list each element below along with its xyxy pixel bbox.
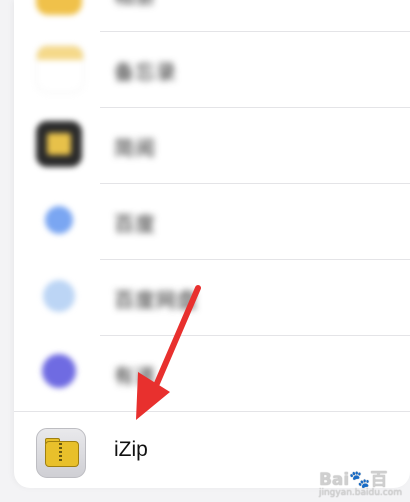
app-label: 相册 bbox=[114, 0, 156, 9]
reader-icon bbox=[36, 121, 82, 167]
baidu-icon bbox=[45, 206, 73, 234]
app-row-baidu[interactable]: 百度 bbox=[14, 184, 410, 260]
watermark-paw-icon: 🐾 bbox=[349, 470, 371, 490]
app-row-netdisk[interactable]: 百度网盘 bbox=[14, 260, 410, 336]
watermark-brand-end: 百 bbox=[370, 470, 388, 490]
app-row-top[interactable]: 相册 bbox=[14, 0, 410, 32]
share-app-list: 相册 备忘录 简阅 百度 百度网盘 有道 iZip bbox=[14, 0, 410, 488]
watermark-url: jingyan.baidu.com bbox=[318, 488, 402, 498]
app-row-youdao[interactable]: 有道 bbox=[14, 336, 410, 412]
app-row-notes[interactable]: 备忘录 bbox=[14, 32, 410, 108]
photos-icon bbox=[36, 0, 82, 15]
app-label: 有道 bbox=[114, 366, 156, 388]
app-row-reader[interactable]: 简阅 bbox=[14, 108, 410, 184]
baidu-watermark: Bai🐾百 jingyan.baidu.com bbox=[319, 465, 402, 498]
izip-label: iZip bbox=[114, 438, 148, 461]
youdao-icon bbox=[42, 354, 76, 388]
baidu-netdisk-icon bbox=[43, 280, 75, 312]
app-label: 百度网盘 bbox=[114, 290, 198, 312]
app-label: 备忘录 bbox=[114, 62, 177, 84]
izip-folder-icon bbox=[36, 428, 86, 478]
watermark-brand: Bai bbox=[318, 470, 350, 490]
app-label: 百度 bbox=[114, 214, 156, 236]
app-label: 简阅 bbox=[114, 138, 156, 160]
notes-icon bbox=[36, 45, 84, 93]
